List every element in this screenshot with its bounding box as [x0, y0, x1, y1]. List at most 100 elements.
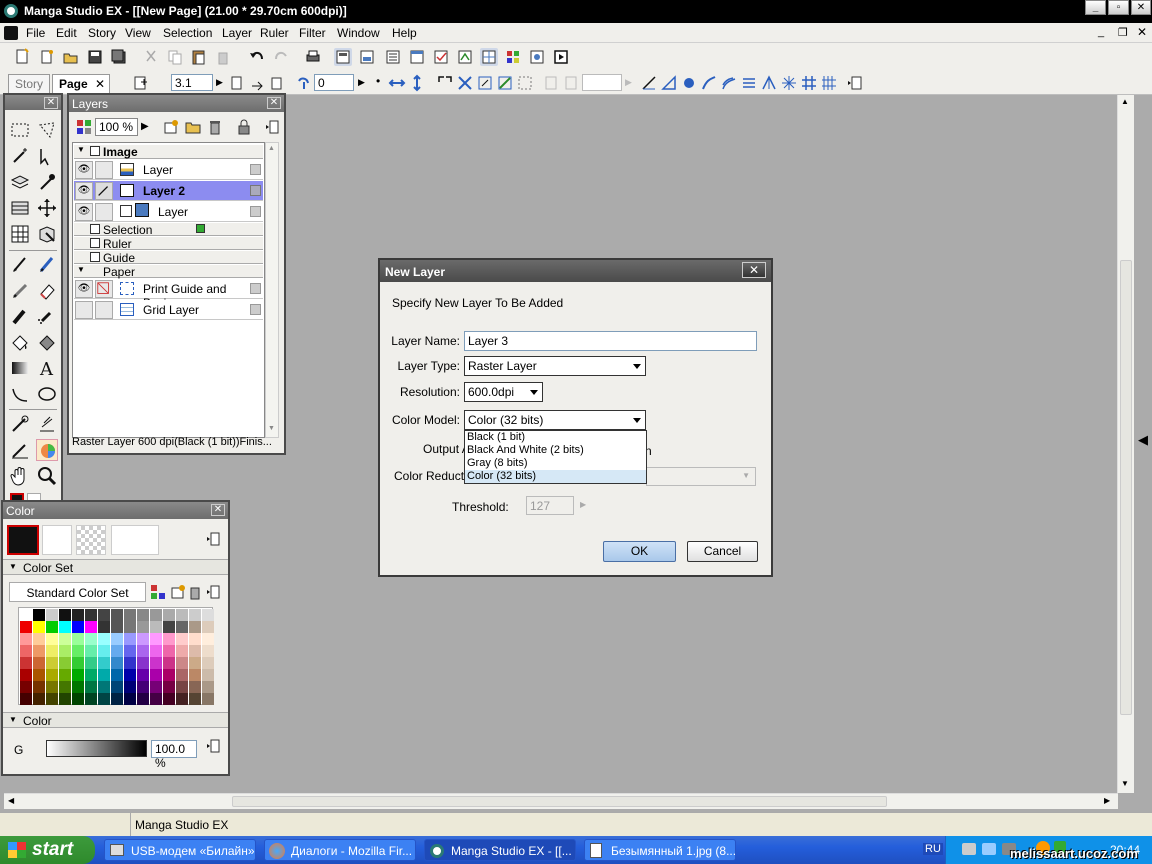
grid-tool-icon[interactable] — [9, 223, 31, 245]
colorset-dropdown[interactable]: Standard Color Set — [9, 582, 146, 602]
color-swatch[interactable] — [163, 645, 175, 657]
horizontal-scroll-thumb[interactable] — [232, 796, 887, 807]
copy-icon[interactable] — [166, 48, 184, 66]
scroll-up-icon[interactable]: ▲ — [1121, 97, 1129, 106]
zoom-field[interactable]: 3.1 — [171, 74, 213, 91]
toolbar-menu-icon[interactable] — [846, 74, 864, 92]
brush-pen-icon[interactable] — [36, 253, 58, 275]
angle-arrow-icon[interactable]: ▶ — [358, 77, 365, 88]
colorset-menu-icon[interactable] — [205, 584, 221, 600]
color-swatch[interactable] — [150, 645, 162, 657]
color-swatch[interactable] — [33, 633, 45, 645]
mdi-restore-icon[interactable]: ❐ — [1118, 26, 1128, 39]
color-swatch[interactable] — [33, 609, 45, 621]
selection-pen-icon[interactable] — [36, 145, 58, 167]
new-layer-icon[interactable] — [163, 119, 179, 135]
tools-close-icon[interactable]: ✕ — [44, 97, 58, 109]
magic-wand-icon[interactable] — [9, 145, 31, 167]
color-swatch[interactable] — [46, 681, 58, 693]
dropdown-option-selected[interactable]: Color (32 bits) — [465, 470, 646, 483]
ruler-line-icon[interactable] — [9, 439, 31, 461]
open-icon[interactable] — [62, 48, 80, 66]
start-button[interactable]: start — [0, 836, 95, 864]
color-swatch[interactable] — [176, 657, 188, 669]
color-swatch[interactable] — [176, 621, 188, 633]
ruler-tool-4-icon[interactable] — [700, 74, 718, 92]
color-swatch[interactable] — [20, 609, 32, 621]
layer-row[interactable]: 👁 Layer — [74, 202, 263, 222]
visibility-eye-icon[interactable] — [75, 301, 93, 319]
new-story-icon[interactable] — [14, 48, 32, 66]
color-swatch[interactable] — [111, 609, 123, 621]
transparent-swatch[interactable] — [76, 525, 106, 555]
color-swatch[interactable] — [33, 621, 45, 633]
object-tool-icon[interactable] — [36, 223, 58, 245]
undo-icon[interactable] — [248, 48, 266, 66]
color-swatch[interactable] — [176, 633, 188, 645]
color-swatch[interactable] — [176, 693, 188, 705]
delete-layer-icon[interactable] — [207, 119, 223, 135]
visibility-eye-icon[interactable]: 👁 — [75, 203, 93, 221]
color-swatch[interactable] — [163, 621, 175, 633]
ruler-tool-6-icon[interactable] — [740, 74, 758, 92]
expand-icon[interactable] — [456, 74, 474, 92]
paste-icon[interactable] — [190, 48, 208, 66]
color-swatch[interactable] — [202, 621, 214, 633]
color-swatch[interactable] — [124, 621, 136, 633]
layer-zoom-field[interactable]: 100 % — [95, 118, 138, 136]
colorset-new-icon[interactable] — [170, 584, 186, 600]
color-swatch[interactable] — [98, 645, 110, 657]
new-folder-icon[interactable] — [185, 119, 201, 135]
color-swatch[interactable] — [150, 693, 162, 705]
color-swatch[interactable] — [202, 633, 214, 645]
color-swatch[interactable] — [72, 693, 84, 705]
color-swatch[interactable] — [163, 657, 175, 669]
color-swatch[interactable] — [202, 645, 214, 657]
minimize-button[interactable]: _ — [1085, 0, 1106, 15]
color-swatch[interactable] — [85, 669, 97, 681]
layer-options-icon[interactable] — [250, 206, 261, 217]
speed-line-icon[interactable] — [36, 413, 58, 435]
vertical-scroll-thumb[interactable] — [1120, 260, 1132, 715]
color-swatch[interactable] — [124, 681, 136, 693]
color-swatch[interactable] — [163, 633, 175, 645]
color-swatch[interactable] — [46, 609, 58, 621]
color-swatch[interactable] — [72, 681, 84, 693]
color-swatch[interactable] — [124, 609, 136, 621]
color-swatch[interactable] — [189, 669, 201, 681]
color-swatch[interactable] — [176, 669, 188, 681]
color-swatch[interactable] — [202, 609, 214, 621]
tab-page[interactable]: Page ✕ — [52, 74, 110, 93]
color-swatch[interactable] — [202, 681, 214, 693]
task-manga-studio[interactable]: Manga Studio EX - [[... — [424, 839, 576, 861]
sub-color-swatch[interactable] — [42, 525, 72, 555]
view-tool-10-icon[interactable] — [552, 48, 570, 66]
gray-slider[interactable] — [46, 740, 147, 757]
zoom-tool-icon[interactable] — [36, 465, 58, 487]
color-swatch[interactable] — [46, 669, 58, 681]
scroll-down-icon[interactable]: ▼ — [1121, 779, 1129, 788]
color-swatch[interactable] — [189, 621, 201, 633]
visibility-eye-icon[interactable]: 👁 — [75, 280, 93, 298]
ruler-tool-9-icon[interactable] — [800, 74, 818, 92]
redo-icon[interactable] — [272, 48, 290, 66]
color-swatch[interactable] — [46, 633, 58, 645]
gray-percent-field[interactable]: 100.0 % — [151, 740, 197, 770]
color-swatch[interactable] — [111, 693, 123, 705]
view-tool-9-icon[interactable] — [528, 48, 546, 66]
color-swatch[interactable] — [137, 657, 149, 669]
panel-toggle-icon[interactable]: ◀ — [1138, 432, 1148, 448]
color-swatch[interactable] — [137, 621, 149, 633]
color-swatch[interactable] — [189, 633, 201, 645]
color-swatch[interactable] — [59, 621, 71, 633]
color-swatch[interactable] — [20, 621, 32, 633]
color-swatch[interactable] — [176, 681, 188, 693]
color-swatch[interactable] — [137, 681, 149, 693]
marquee-icon[interactable] — [516, 74, 534, 92]
color-swatch[interactable] — [98, 669, 110, 681]
dropdown-option[interactable]: Gray (8 bits) — [465, 457, 646, 470]
ruler-group-row[interactable]: Ruler — [74, 237, 263, 251]
color-swatch[interactable] — [85, 609, 97, 621]
color-swatch[interactable] — [163, 693, 175, 705]
layer-row-selected[interactable]: 👁 Layer 2 — [74, 181, 263, 201]
